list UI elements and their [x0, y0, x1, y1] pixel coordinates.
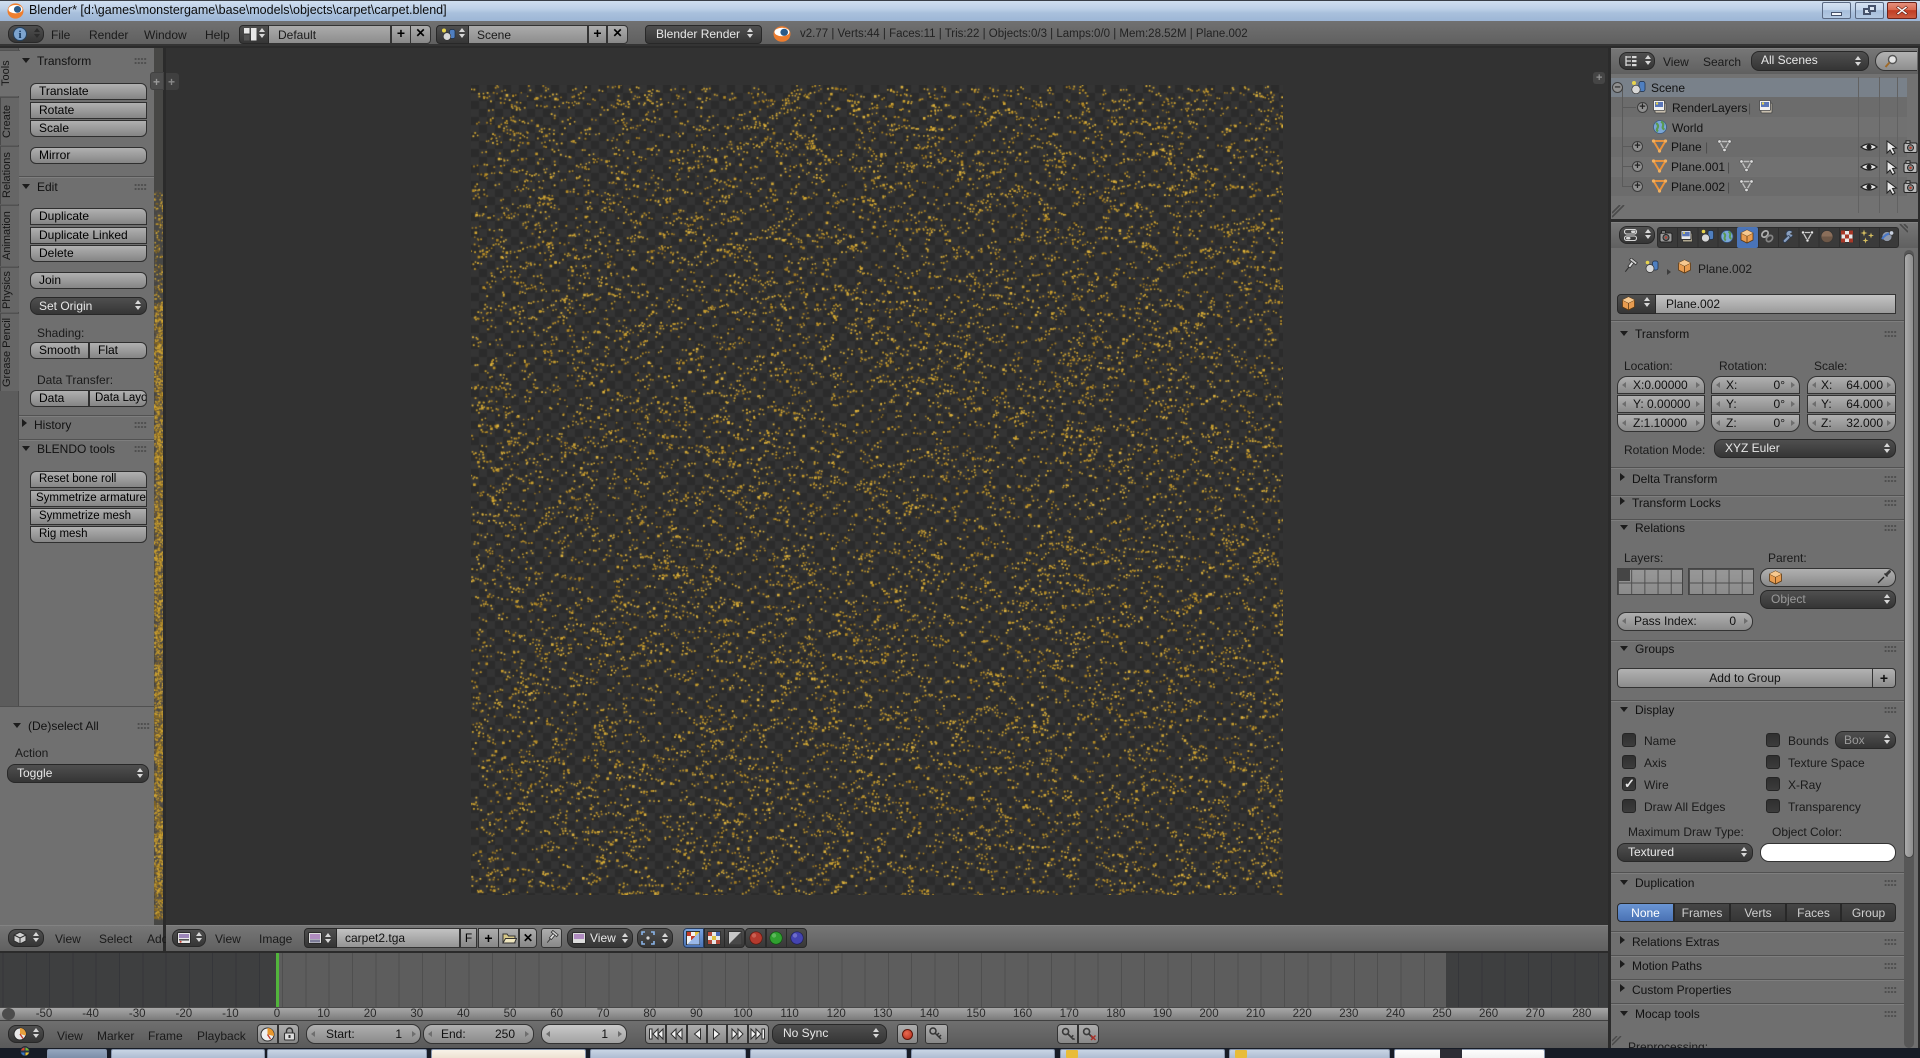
svg-text:i: i [18, 29, 21, 41]
